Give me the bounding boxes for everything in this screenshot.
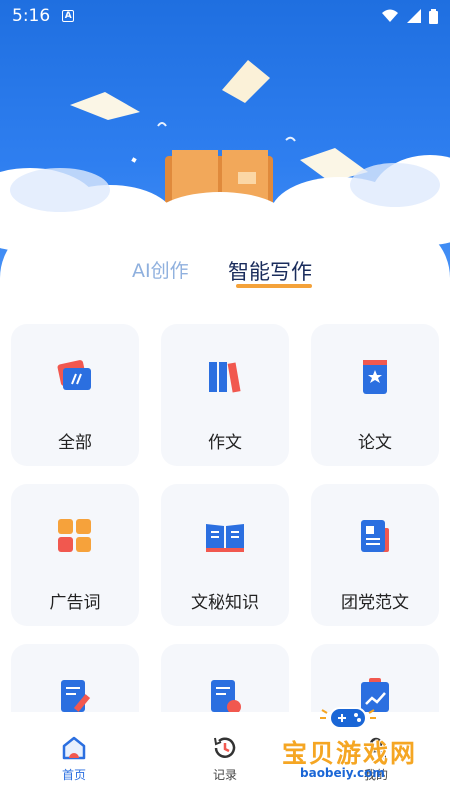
tile-thesis[interactable]: 论文 bbox=[311, 324, 439, 466]
history-clock-icon bbox=[214, 737, 236, 758]
tile-label: 文秘知识 bbox=[191, 593, 259, 613]
watermark-text: 宝贝游戏网 bbox=[282, 739, 418, 768]
star-badge-icon bbox=[363, 360, 387, 394]
battery-icon bbox=[429, 8, 438, 24]
books-icon bbox=[209, 362, 241, 393]
tile-label: 论文 bbox=[358, 433, 392, 453]
tabbar-records[interactable]: 记录 bbox=[195, 734, 255, 783]
document-icon bbox=[361, 520, 389, 552]
home-icon bbox=[62, 736, 86, 760]
tile-slogan[interactable]: 广告词 bbox=[11, 484, 139, 626]
open-book-icon bbox=[206, 524, 244, 552]
notification-a-icon: A bbox=[62, 10, 75, 22]
tile-label: 全部 bbox=[58, 433, 92, 453]
tab-smart-writing[interactable]: 智能写作 bbox=[228, 256, 312, 286]
tab-ai-create[interactable]: AI创作 bbox=[132, 256, 189, 283]
watermark: 宝贝游戏网 baobeiy.com bbox=[276, 700, 446, 780]
tile-all[interactable]: 全部 bbox=[11, 324, 139, 466]
tile-label: 团党范文 bbox=[341, 593, 409, 613]
wifi-icon bbox=[382, 9, 398, 22]
tile-label: 作文 bbox=[208, 433, 242, 453]
tile-secretary[interactable]: 文秘知识 bbox=[161, 484, 289, 626]
watermark-url: baobeiy.com bbox=[300, 766, 385, 780]
category-tabs: AI创作 智能写作 bbox=[0, 256, 450, 296]
tabbar-label: 记录 bbox=[212, 768, 237, 782]
status-bar: 5:16 A bbox=[0, 0, 450, 32]
grid-icon bbox=[58, 519, 91, 552]
active-tab-indicator bbox=[236, 284, 312, 288]
cards-icon bbox=[57, 360, 91, 390]
signal-icon bbox=[407, 9, 421, 23]
tile-essay[interactable]: 作文 bbox=[161, 324, 289, 466]
gamepad-icon bbox=[320, 707, 376, 729]
tile-party[interactable]: 团党范文 bbox=[311, 484, 439, 626]
tile-label: 广告词 bbox=[49, 593, 101, 613]
status-time: 5:16 bbox=[12, 6, 51, 26]
tabbar-label: 首页 bbox=[61, 768, 86, 782]
tabbar-home[interactable]: 首页 bbox=[44, 734, 104, 783]
